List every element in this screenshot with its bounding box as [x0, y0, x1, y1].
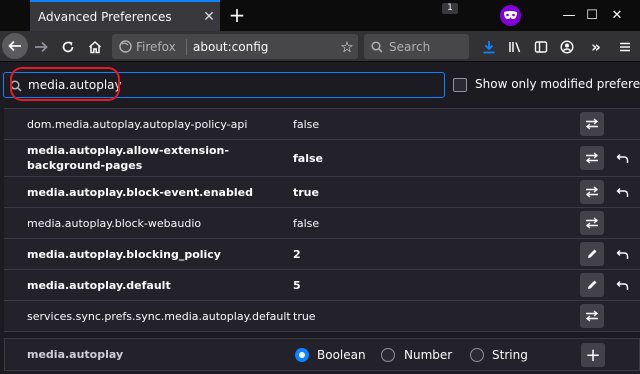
back-arrow-icon — [8, 40, 21, 52]
forward-button[interactable] — [28, 34, 54, 60]
toggle-preference-button[interactable] — [580, 304, 604, 328]
type-number-radio[interactable] — [381, 348, 395, 362]
close-window-button[interactable]: ✕ — [594, 0, 640, 31]
new-tab-button[interactable]: + — [226, 2, 248, 28]
reload-icon — [62, 41, 74, 53]
preference-value: 2 — [293, 247, 301, 261]
preference-row[interactable]: dom.media.autoplay.autoplay-policy-api fa… — [4, 109, 640, 140]
reset-preference-button[interactable] — [610, 242, 634, 266]
preference-row[interactable]: media.autoplay.blocking_policy 2 — [4, 239, 640, 270]
type-boolean-label: Boolean — [317, 348, 366, 362]
preference-row[interactable]: media.autoplay.block-webaudio false — [4, 208, 640, 239]
firefox-logo-icon — [119, 40, 132, 53]
preference-name: media.autoplay.block-webaudio — [27, 216, 202, 230]
preference-row[interactable]: media.autoplay.block-event.enabled true — [4, 177, 640, 208]
edit-preference-button[interactable] — [580, 273, 604, 297]
type-boolean-radio[interactable] — [295, 348, 309, 362]
bookmark-star-icon[interactable]: ☆ — [336, 38, 358, 56]
reset-arrow-icon — [616, 249, 629, 260]
preference-name: media.autoplay.blocking_policy — [27, 247, 221, 261]
reset-arrow-icon — [616, 280, 629, 291]
preference-name: services.sync.prefs.sync.media.autoplay.… — [27, 309, 291, 323]
preferences-table: dom.media.autoplay.autoplay-policy-api fa… — [4, 108, 640, 332]
preference-name: media.autoplay.default — [27, 278, 171, 292]
preference-value: true — [293, 309, 316, 323]
reset-preference-button[interactable] — [610, 273, 634, 297]
tab-advanced-preferences[interactable]: Advanced Preferences ✕ — [30, 0, 220, 31]
forward-arrow-icon — [35, 41, 48, 53]
add-preference-button[interactable]: + — [581, 343, 605, 367]
url-separator — [186, 38, 187, 55]
plus-icon: + — [585, 344, 601, 366]
search-bar[interactable]: Search — [364, 34, 469, 59]
reset-preference-button[interactable] — [610, 146, 634, 170]
preference-row[interactable]: services.sync.prefs.sync.media.autoplay.… — [4, 301, 640, 332]
library-button[interactable] — [502, 34, 528, 60]
show-modified-label: Show only modified preferences — [475, 77, 640, 91]
reset-arrow-icon — [616, 153, 629, 164]
type-string-radio[interactable] — [470, 348, 484, 362]
search-placeholder: Search — [389, 39, 431, 54]
sidebar-button[interactable] — [528, 34, 554, 60]
navigation-toolbar: Firefox about:config ☆ Search » — [0, 31, 640, 62]
library-icon — [509, 42, 521, 53]
about-config-page: Show only modified preferences dom.media… — [0, 62, 640, 374]
type-number-label: Number — [404, 348, 453, 362]
preference-value: false — [293, 151, 323, 165]
edit-preference-button[interactable] — [580, 242, 604, 266]
reload-button[interactable] — [55, 34, 81, 60]
new-preference-name: media.autoplay — [27, 348, 124, 361]
toggle-icon — [585, 186, 599, 198]
preference-row[interactable]: media.autoplay.default 5 — [4, 270, 640, 301]
preference-value: false — [293, 117, 320, 131]
show-modified-checkbox[interactable] — [453, 78, 467, 92]
preference-search-input[interactable] — [4, 78, 444, 92]
app-menu-button[interactable] — [612, 34, 638, 60]
toggle-icon — [585, 310, 599, 322]
preference-row[interactable]: media.autoplay.allow-extension-backgroun… — [4, 140, 640, 177]
preference-value: 5 — [293, 278, 301, 292]
reset-preference-button[interactable] — [610, 180, 634, 204]
download-icon — [483, 41, 495, 54]
home-button[interactable] — [82, 34, 108, 60]
url-bar[interactable]: Firefox about:config ☆ — [112, 34, 358, 59]
preference-search-field[interactable] — [3, 72, 445, 98]
tab-counter-badge: 1 — [442, 3, 458, 14]
account-button[interactable] — [554, 34, 580, 60]
toggle-icon — [585, 118, 599, 130]
toggle-icon — [585, 217, 599, 229]
toggle-preference-button[interactable] — [580, 146, 604, 170]
toggle-preference-button[interactable] — [580, 112, 604, 136]
sidebar-icon — [534, 41, 548, 53]
search-icon — [371, 40, 383, 53]
type-string-label: String — [492, 348, 528, 362]
search-icon — [10, 80, 22, 92]
home-icon — [88, 40, 102, 54]
downloads-button[interactable] — [476, 34, 502, 60]
edit-icon — [586, 279, 598, 291]
edit-icon — [586, 248, 598, 260]
toggle-preference-button[interactable] — [580, 211, 604, 235]
back-button[interactable] — [2, 33, 28, 59]
preference-value: true — [293, 185, 319, 199]
account-icon — [560, 40, 574, 54]
hamburger-menu-icon — [620, 42, 630, 52]
preference-name: media.autoplay.block-event.enabled — [27, 185, 253, 199]
tab-bar: Advanced Preferences ✕ + 1 — ☐ ✕ — [0, 0, 640, 31]
url-text[interactable]: about:config — [193, 40, 336, 54]
close-tab-icon[interactable]: ✕ — [198, 9, 220, 25]
preference-name: dom.media.autoplay.autoplay-policy-api — [27, 117, 248, 131]
overflow-menu-button[interactable]: » — [583, 34, 609, 60]
private-browsing-icon — [500, 5, 521, 26]
add-preference-row: media.autoplay Boolean Number String + — [4, 338, 640, 371]
toggle-preference-button[interactable] — [580, 180, 604, 204]
preference-name: media.autoplay.allow-extension-backgroun… — [27, 144, 229, 172]
preference-value: false — [293, 216, 320, 230]
tab-title: Advanced Preferences — [38, 9, 172, 24]
reset-arrow-icon — [616, 187, 629, 198]
toggle-icon — [585, 152, 599, 164]
